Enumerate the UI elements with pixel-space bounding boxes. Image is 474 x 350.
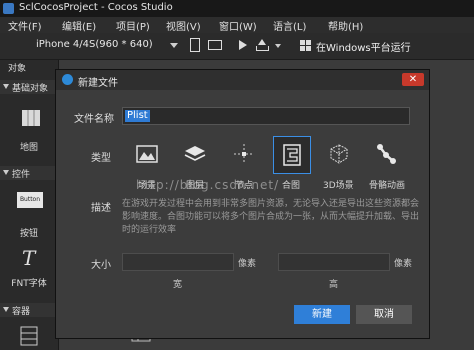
device-select-value: iPhone 4/4S(960 * 640) — [36, 39, 153, 50]
section-controls-label: 控件 — [12, 170, 31, 180]
type-skeleton-animation[interactable] — [368, 136, 404, 172]
sidebar-item-fnt[interactable]: FNT字体 — [0, 276, 58, 289]
cube-icon — [330, 144, 348, 164]
toolbar: iPhone 4/4S(960 * 640) 在Windows平台运行 — [0, 33, 474, 60]
create-button[interactable]: 新建 — [294, 305, 350, 324]
menu-bar: 文件(F) 编辑(E) 项目(P) 视图(V) 窗口(W) 语言(L) 帮助(H… — [0, 17, 474, 33]
run-windows-button[interactable]: 在Windows平台运行 — [296, 37, 472, 54]
width-input[interactable] — [122, 253, 234, 271]
cancel-button[interactable]: 取消 — [356, 305, 412, 324]
object-panel: 对象 基础对象 地图 控件 Button 按钮 T FNT字体 容器 — [0, 60, 59, 350]
publish-dropdown-icon[interactable] — [275, 44, 281, 48]
type-sprite-sheet[interactable] — [273, 136, 311, 174]
menu-window[interactable]: 窗口(W) — [219, 18, 257, 33]
type-3d-scene[interactable] — [321, 136, 357, 172]
windows-icon — [300, 40, 311, 51]
cocos-logo-icon — [62, 74, 73, 85]
file-name-label: 文件名称 — [74, 114, 114, 125]
app-icon — [3, 3, 14, 14]
file-name-input[interactable]: Plist — [122, 107, 410, 125]
width-label: 宽 — [173, 280, 183, 290]
width-unit: 像素 — [238, 259, 257, 269]
section-basic[interactable]: 基础对象 — [0, 80, 58, 94]
section-containers[interactable]: 容器 — [0, 303, 58, 317]
chevron-down-icon — [170, 43, 178, 48]
container-icon[interactable] — [20, 326, 38, 346]
type-skeleton-label: 骨骼动画 — [369, 181, 406, 191]
type-label: 类型 — [91, 153, 111, 164]
fnt-font-icon[interactable]: T — [22, 246, 35, 270]
type-sprite-sheet-label: 合图 — [282, 181, 301, 191]
bone-icon — [377, 144, 396, 164]
type-layer[interactable] — [177, 136, 213, 172]
watermark: http://blog.csdn.net/ — [136, 178, 280, 192]
dialog-title-bar[interactable]: 新建文件 ✕ — [56, 70, 429, 90]
sidebar-item-button[interactable]: 按钮 — [0, 226, 58, 239]
section-containers-label: 容器 — [12, 307, 31, 317]
layer-icon — [184, 146, 206, 161]
height-unit: 像素 — [394, 259, 413, 269]
type-3d-scene-label: 3D场景 — [323, 181, 354, 191]
dialog-body: 文件名称 Plist 类型 场景 图层 节点 合图 3D场景 骨骼动画 http… — [56, 90, 429, 338]
menu-help[interactable]: 帮助(H) — [328, 18, 363, 33]
publish-icon[interactable] — [255, 38, 269, 52]
panel-title: 对象 — [8, 64, 27, 74]
run-windows-label: 在Windows平台运行 — [316, 43, 411, 54]
description-label: 描述 — [91, 203, 111, 214]
type-scene[interactable] — [129, 136, 165, 172]
size-label: 大小 — [91, 260, 111, 271]
menu-file[interactable]: 文件(F) — [8, 18, 42, 33]
dialog-title: 新建文件 — [78, 78, 118, 89]
description-text: 在游戏开发过程中会用到非常多图片资源，无论导入还是导出这些资源都会影响速度。合图… — [122, 199, 420, 235]
file-name-value: Plist — [125, 110, 150, 122]
height-label: 高 — [329, 280, 339, 290]
close-button[interactable]: ✕ — [402, 73, 424, 86]
node-icon — [234, 144, 254, 164]
chevron-down-icon — [3, 84, 9, 89]
chevron-down-icon — [3, 307, 9, 312]
scene-icon — [136, 145, 158, 163]
window-title: SclCocosProject - Cocos Studio — [19, 2, 173, 13]
portrait-icon[interactable] — [188, 38, 202, 52]
menu-language[interactable]: 语言(L) — [273, 18, 306, 33]
height-input[interactable] — [278, 253, 390, 271]
sidebar-item-map[interactable]: 地图 — [0, 140, 58, 153]
title-bar: SclCocosProject - Cocos Studio — [0, 0, 474, 17]
new-file-dialog: 新建文件 ✕ 文件名称 Plist 类型 场景 图层 节点 合图 3D场景 骨骼… — [55, 69, 430, 339]
menu-edit[interactable]: 编辑(E) — [62, 18, 96, 33]
menu-project[interactable]: 项目(P) — [116, 18, 150, 33]
type-node[interactable] — [226, 136, 262, 172]
play-icon[interactable] — [236, 38, 250, 52]
menu-view[interactable]: 视图(V) — [166, 18, 201, 33]
section-basic-label: 基础对象 — [12, 84, 49, 94]
chevron-down-icon — [3, 170, 9, 175]
landscape-icon[interactable] — [208, 38, 222, 52]
sprite-sheet-icon — [283, 144, 301, 166]
button-widget-icon[interactable]: Button — [17, 192, 43, 208]
device-select[interactable]: iPhone 4/4S(960 * 640) — [26, 37, 182, 54]
section-controls[interactable]: 控件 — [0, 166, 58, 180]
map-icon[interactable] — [21, 108, 41, 128]
